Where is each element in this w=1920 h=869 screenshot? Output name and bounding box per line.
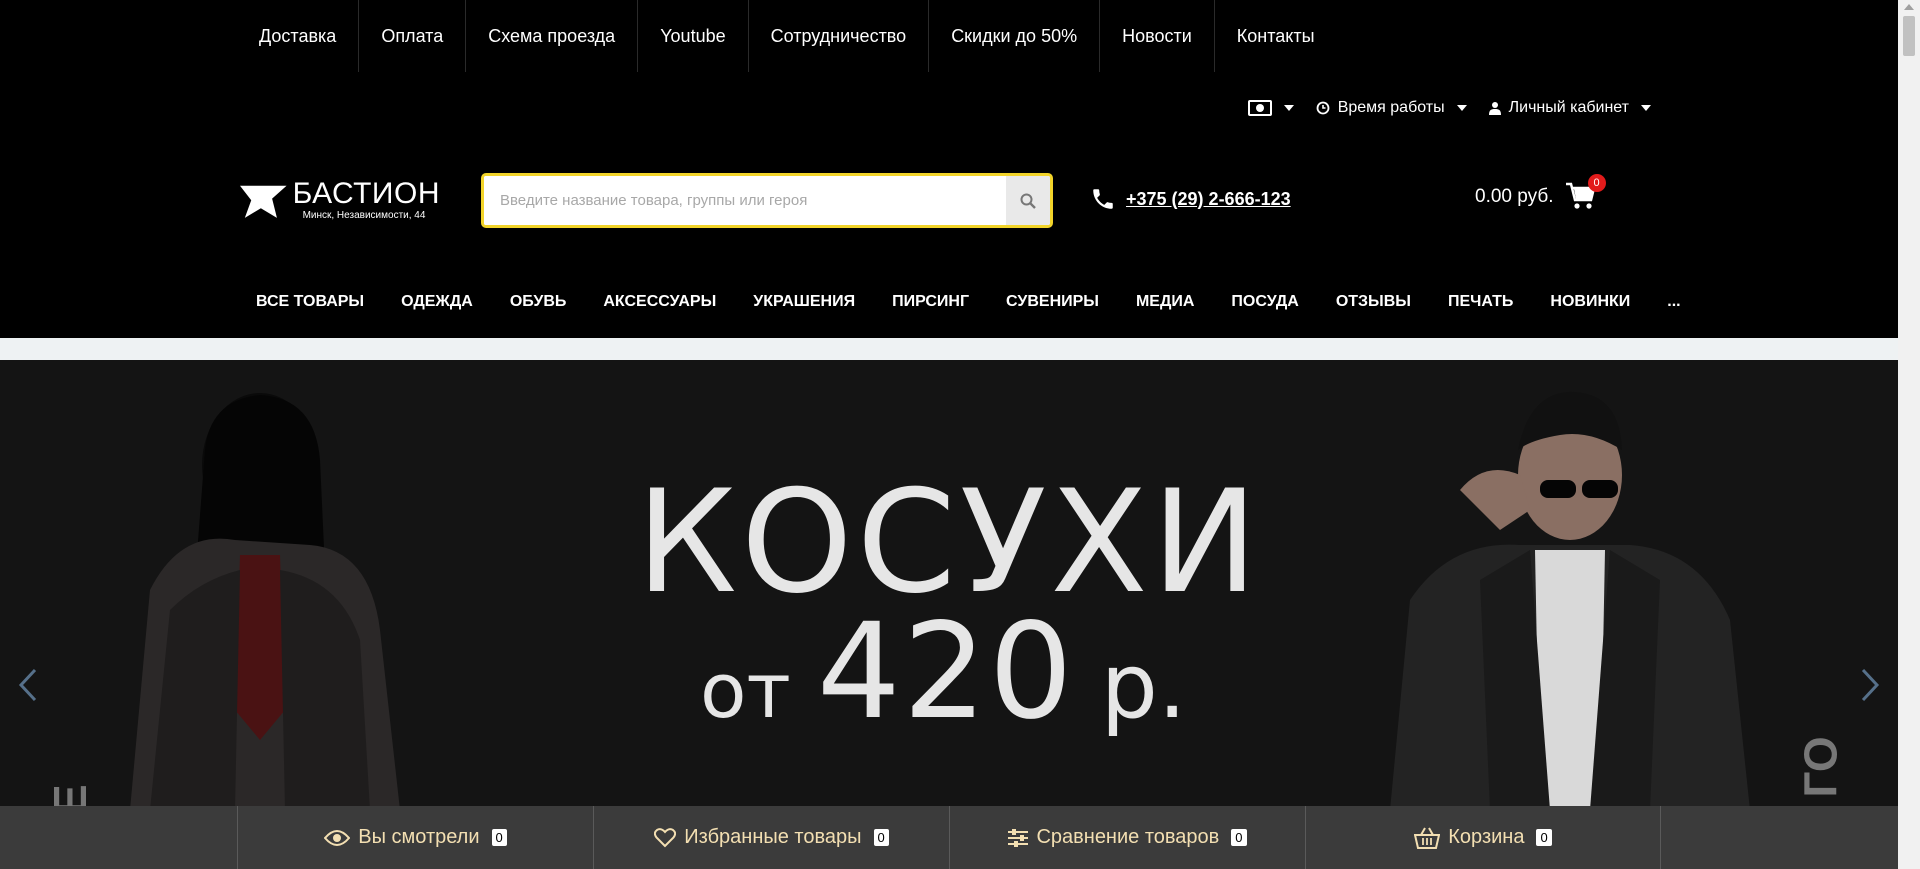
scrollbar-thumb[interactable] xyxy=(1903,16,1915,56)
basket-button[interactable]: Корзина 0 xyxy=(1305,806,1661,869)
banner-price: от 420 р. xyxy=(700,595,1186,749)
logo-title: БАСТИОН xyxy=(292,177,440,210)
chevron-down-icon xyxy=(1456,105,1467,111)
star-logo-icon xyxy=(240,185,287,218)
phone-link[interactable]: +375 (29) 2-666-123 xyxy=(1126,189,1291,210)
basket-count: 0 xyxy=(1536,829,1552,846)
toplink-payment[interactable]: Оплата xyxy=(359,0,467,72)
favorites-label: Избранные товары xyxy=(684,826,862,848)
cart-count-badge: 0 xyxy=(1587,174,1606,192)
currency-dropdown[interactable] xyxy=(1247,100,1294,116)
scroll-up-arrow-icon[interactable] xyxy=(1904,4,1914,10)
category-print[interactable]: ПЕЧАТЬ xyxy=(1429,293,1531,311)
toplink-cooperation[interactable]: Сотрудничество xyxy=(749,0,930,72)
logo-subtitle: Минск, Независимости, 44 xyxy=(302,210,426,221)
category-media[interactable]: МЕДИА xyxy=(1117,293,1212,311)
viewed-label: Вы смотрели xyxy=(358,826,480,848)
category-accessories[interactable]: АКСЕССУАРЫ xyxy=(585,293,735,311)
basket-icon xyxy=(1414,827,1441,849)
chevron-down-icon xyxy=(1283,105,1294,111)
top-links-bar: Доставка Оплата Схема проезда Youtube Со… xyxy=(0,0,1898,72)
section-divider xyxy=(0,338,1898,360)
category-dishes[interactable]: ПОСУДА xyxy=(1213,293,1317,311)
phone-contact: +375 (29) 2-666-123 xyxy=(1090,186,1291,212)
compare-button[interactable]: Сравнение товаров 0 xyxy=(949,806,1305,869)
top-links: Доставка Оплата Схема проезда Youtube Со… xyxy=(237,0,1337,72)
search-input[interactable] xyxy=(484,176,1006,225)
category-souvenirs[interactable]: СУВЕНИРЫ xyxy=(988,293,1118,311)
site-logo[interactable]: БАСТИОН Минск, Независимости, 44 xyxy=(240,176,440,226)
category-shoes[interactable]: ОБУВЬ xyxy=(491,293,585,311)
category-more[interactable]: ... xyxy=(1649,293,1699,311)
toplink-news[interactable]: Новости xyxy=(1100,0,1215,72)
category-new[interactable]: НОВИНКИ xyxy=(1532,293,1649,311)
banner-price-prefix: от xyxy=(700,646,791,735)
slider-prev-arrow-icon[interactable] xyxy=(18,668,38,702)
category-all-products[interactable]: ВСЕ ТОВАРЫ xyxy=(240,293,383,311)
cart-total: 0.00 руб. xyxy=(1475,186,1554,207)
banner-price-value: 420 xyxy=(816,595,1075,749)
toplink-delivery[interactable]: Доставка xyxy=(237,0,360,72)
account-label: Личный кабинет xyxy=(1508,99,1629,116)
phone-icon xyxy=(1093,189,1113,209)
utility-row: Время работы Личный кабинет xyxy=(1247,96,1651,120)
bottom-panel: Вы смотрели 0 Избранные товары 0 Сравнен… xyxy=(0,806,1898,869)
favorites-count: 0 xyxy=(873,829,889,846)
user-icon xyxy=(1488,102,1501,115)
banner-price-currency: р. xyxy=(1100,634,1187,739)
viewed-products-button[interactable]: Вы смотрели 0 xyxy=(237,806,593,869)
favorites-button[interactable]: Избранные товары 0 xyxy=(593,806,949,869)
working-hours-label: Время работы xyxy=(1337,99,1445,116)
toplink-discounts[interactable]: Скидки до 50% xyxy=(929,0,1101,72)
category-jewelry[interactable]: УКРАШЕНИЯ xyxy=(735,293,874,311)
chevron-down-icon xyxy=(1641,105,1651,111)
compare-count: 0 xyxy=(1231,829,1247,846)
eye-icon xyxy=(324,829,351,846)
banner-side-text-left: Е xyxy=(44,784,96,808)
banner-side-text-right: ГО xyxy=(1794,736,1847,798)
cash-icon xyxy=(1247,100,1272,116)
account-dropdown[interactable]: Личный кабинет xyxy=(1488,99,1651,117)
category-piercing[interactable]: ПИРСИНГ xyxy=(874,293,988,311)
compare-label: Сравнение товаров xyxy=(1036,826,1220,848)
search-box xyxy=(481,173,1053,228)
basket-label: Корзина xyxy=(1448,826,1525,848)
clock-icon xyxy=(1316,101,1330,115)
promo-banner[interactable]: КОСУХИ от 420 р. Е ГО xyxy=(0,360,1898,808)
toplink-contacts[interactable]: Контакты xyxy=(1215,0,1337,72)
category-clothing[interactable]: ОДЕЖДА xyxy=(383,293,492,311)
search-icon xyxy=(1020,193,1036,209)
category-menu: ВСЕ ТОВАРЫ ОДЕЖДА ОБУВЬ АКСЕССУАРЫ УКРАШ… xyxy=(240,284,1699,320)
toplink-youtube[interactable]: Youtube xyxy=(638,0,749,72)
category-reviews[interactable]: ОТЗЫВЫ xyxy=(1317,293,1429,311)
sliders-icon xyxy=(1008,828,1029,847)
page-scrollbar[interactable] xyxy=(1898,0,1920,869)
slider-next-arrow-icon[interactable] xyxy=(1860,668,1880,702)
toplink-directions[interactable]: Схема проезда xyxy=(466,0,639,72)
search-button[interactable] xyxy=(1006,176,1050,225)
header-cart[interactable]: 0.00 руб. 0 xyxy=(1475,174,1606,212)
viewed-count: 0 xyxy=(491,829,507,846)
working-hours-dropdown[interactable]: Время работы xyxy=(1316,99,1467,117)
heart-icon xyxy=(654,827,677,847)
